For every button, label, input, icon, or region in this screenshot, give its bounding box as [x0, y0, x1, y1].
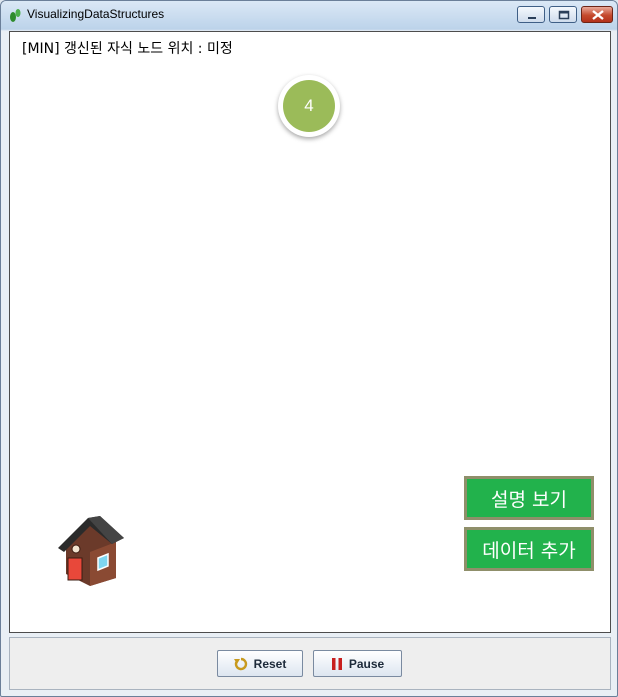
reset-label: Reset: [253, 656, 287, 671]
pause-button[interactable]: Pause: [313, 650, 402, 677]
maximize-icon: [558, 10, 570, 20]
reset-icon: [233, 657, 247, 670]
maximize-button[interactable]: [549, 6, 577, 23]
house-icon: [58, 516, 124, 586]
close-icon: [592, 10, 604, 20]
visualization-canvas[interactable]: [MIN] 갱신된 자식 노드 위치 : 미정 4 설명 보기 데이터 추가: [9, 31, 611, 633]
control-panel: Reset Pause: [9, 637, 611, 690]
add-data-button[interactable]: 데이터 추가: [464, 527, 594, 571]
pause-icon: [331, 657, 342, 670]
title-bar: VisualizingDataStructures: [1, 1, 617, 29]
minimize-button[interactable]: [517, 6, 545, 23]
reset-button[interactable]: Reset: [217, 650, 303, 677]
window-title: VisualizingDataStructures: [27, 7, 165, 21]
show-description-button[interactable]: 설명 보기: [464, 476, 594, 520]
app-window: VisualizingDataStructures [MIN] 갱신된 자식 노…: [0, 0, 618, 697]
tree-node-value: 4: [283, 80, 335, 132]
pause-label: Pause: [348, 656, 385, 671]
close-button[interactable]: [581, 6, 613, 23]
minimize-icon: [528, 17, 536, 19]
tree-node[interactable]: 4: [278, 75, 340, 137]
status-text: [MIN] 갱신된 자식 노드 위치 : 미정: [22, 41, 233, 57]
app-footprint-icon: [10, 9, 21, 22]
